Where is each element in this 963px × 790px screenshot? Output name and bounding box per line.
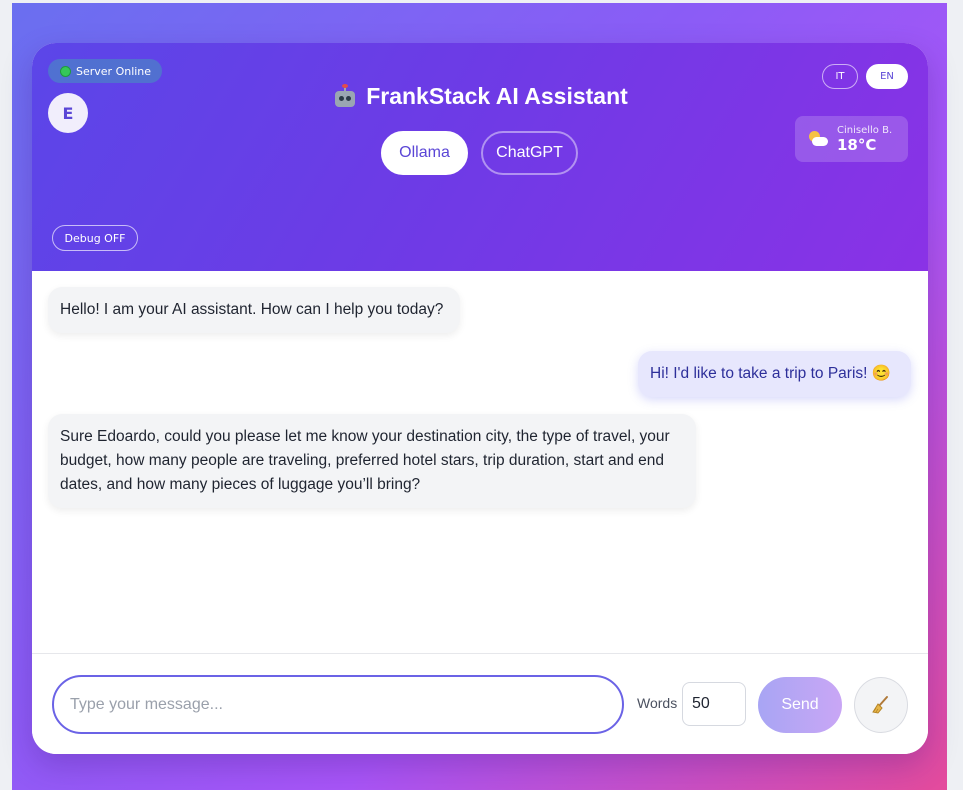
user-avatar[interactable]: E xyxy=(48,93,88,133)
page-title-text: FrankStack AI Assistant xyxy=(366,83,628,109)
clear-chat-button[interactable] xyxy=(854,677,908,733)
model-selector: Ollama ChatGPT xyxy=(381,131,578,175)
weather-temperature: 18°C xyxy=(837,135,877,154)
robot-icon xyxy=(332,83,358,110)
weather-widget: Cinisello B. 18°C xyxy=(795,116,908,162)
tab-ollama[interactable]: Ollama xyxy=(381,131,468,175)
bot-message: Sure Edoardo, could you please let me kn… xyxy=(48,414,696,508)
words-limit-input[interactable] xyxy=(682,682,746,726)
bot-message: Hello! I am your AI assistant. How can I… xyxy=(48,287,460,333)
message-composer: Words Send xyxy=(32,653,928,754)
server-status-badge: Server Online xyxy=(48,59,163,83)
message-input[interactable] xyxy=(52,675,624,734)
weather-city: Cinisello B. xyxy=(837,124,893,136)
message-list[interactable]: Hello! I am your AI assistant. How can I… xyxy=(32,271,928,653)
send-button[interactable]: Send xyxy=(758,677,842,733)
server-status-label: Server Online xyxy=(76,64,152,78)
language-en-button[interactable]: EN xyxy=(866,64,908,89)
page-title: FrankStack AI Assistant xyxy=(272,83,688,110)
debug-toggle-button[interactable]: Debug OFF xyxy=(52,225,138,251)
tab-chatgpt[interactable]: ChatGPT xyxy=(481,131,578,175)
words-label: Words xyxy=(637,695,678,711)
language-it-button[interactable]: IT xyxy=(822,64,858,89)
partly-cloudy-icon xyxy=(807,130,829,148)
broom-icon xyxy=(872,696,888,714)
user-message: Hi! I'd like to take a trip to Paris! 😊 xyxy=(638,351,911,397)
chat-card: Server Online E FrankStack AI Assistant … xyxy=(32,43,928,754)
chat-header: Server Online E FrankStack AI Assistant … xyxy=(32,43,928,271)
language-switcher: IT EN xyxy=(822,64,908,89)
status-dot-icon xyxy=(60,65,71,77)
